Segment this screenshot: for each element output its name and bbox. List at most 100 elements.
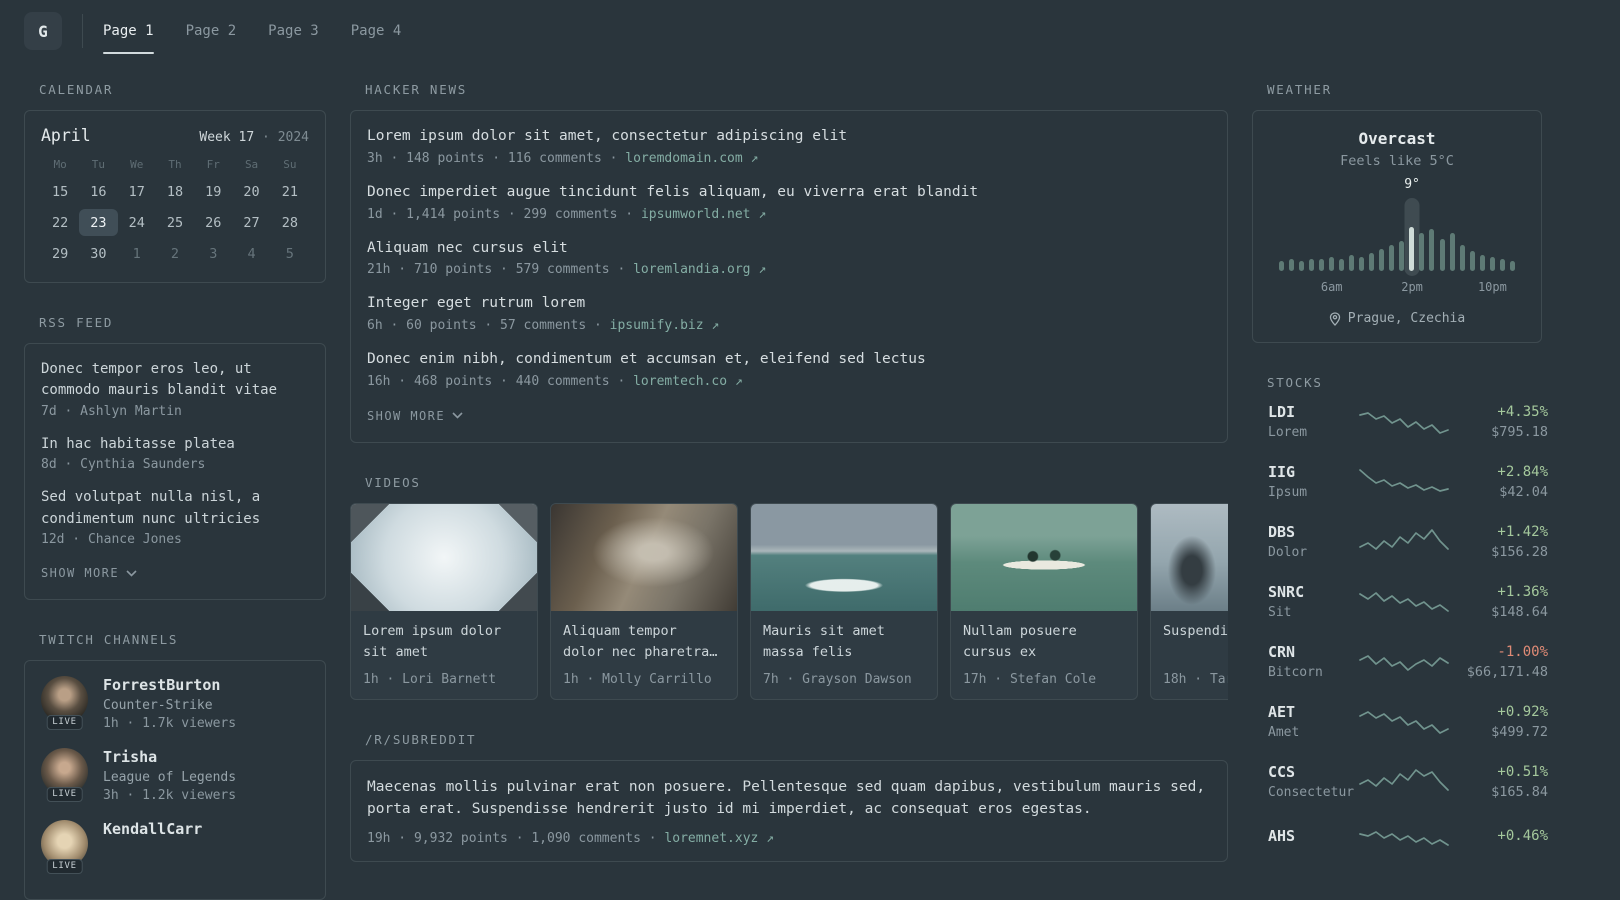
post-title[interactable]: Maecenas mollis pulvinar erat non posuer…	[367, 776, 1211, 821]
calendar-day: 5	[285, 245, 294, 262]
story-item: Aliquam nec cursus elit 21h · 710 points…	[367, 238, 1211, 278]
calendar-widget: CALENDAR April Week 17 · 2024 Mo Tu We T…	[24, 82, 326, 283]
stock-row[interactable]: LDI Lorem +4.35% $795.18	[1268, 403, 1548, 440]
live-badge: LIVE	[46, 715, 83, 731]
rss-show-more-button[interactable]: SHOW MORE	[41, 562, 137, 584]
stock-price: $499.72	[1491, 723, 1548, 740]
twitch-list: LIVE ForrestBurton Counter-Strike 1h · 1…	[41, 676, 309, 875]
hn-show-more-button[interactable]: SHOW MORE	[367, 405, 463, 427]
post-domain-link[interactable]: loremnet.xyz ↗	[664, 831, 774, 846]
stock-ticker: CRN	[1268, 643, 1296, 661]
show-more-label: SHOW MORE	[41, 566, 119, 581]
calendar-day: 27	[243, 214, 260, 231]
left-column: CALENDAR April Week 17 · 2024 Mo Tu We T…	[24, 82, 326, 900]
video-card[interactable]: Mauris sit amet massa felis 7h · Grayson…	[750, 502, 938, 700]
page-tab[interactable]: Page 4	[351, 0, 402, 62]
video-card[interactable]: Aliquam tempor dolor nec pharetra… 1h · …	[550, 502, 738, 700]
weather-time-label: 2pm	[1401, 280, 1423, 294]
app-logo[interactable]: G	[24, 12, 62, 50]
story-meta: 3h · 148 points · 116 comments · loremdo…	[367, 151, 1211, 166]
stock-id: DBS Dolor	[1268, 523, 1360, 560]
video-thumbnail[interactable]	[1151, 503, 1228, 611]
stock-sparkline-wrap	[1360, 707, 1448, 737]
rss-item-meta: 7d · Ashlyn Martin	[41, 403, 182, 419]
channel-viewers: 3h · 1.2k viewers	[103, 788, 237, 804]
middle-column: HACKER NEWS Lorem ipsum dolor sit amet, …	[350, 82, 1228, 900]
rss-item: Donec tempor eros leo, ut commodo mauris…	[41, 359, 309, 419]
story-domain-link[interactable]: loremtech.co ↗	[633, 374, 743, 389]
avatar-wrap: LIVE	[41, 676, 88, 731]
channel-game: League of Legends	[103, 770, 237, 786]
video-body: Mauris sit amet massa felis 7h · Grayson…	[751, 611, 937, 699]
stock-change: +0.51%	[1497, 763, 1548, 780]
stock-row[interactable]: SNRC Sit +1.36% $148.64	[1268, 583, 1548, 620]
stock-row[interactable]: CRN Bitcorn -1.00% $66,171.48	[1268, 643, 1548, 680]
weather-widget: WEATHER Overcast Feels like 5°C 9° 6am 2p…	[1252, 82, 1542, 343]
stock-id: CRN Bitcorn	[1268, 643, 1360, 680]
calendar-day: 19	[205, 183, 222, 200]
calendar-day: 2	[170, 245, 180, 262]
stock-change: +1.36%	[1497, 583, 1548, 600]
story-domain-link[interactable]: loremdomain.com ↗	[625, 151, 758, 166]
twitch-channel[interactable]: LIVE ForrestBurton Counter-Strike 1h · 1…	[41, 676, 309, 731]
story-title[interactable]: Donec imperdiet augue tincidunt felis al…	[367, 182, 1211, 204]
stock-row[interactable]: AET Amet +0.92% $499.72	[1268, 703, 1548, 740]
calendar-weekday: Th	[168, 158, 182, 171]
stock-values: +2.84% $42.04	[1448, 464, 1548, 500]
stock-sparkline	[1360, 467, 1448, 497]
stock-change: +4.35%	[1497, 403, 1548, 420]
calendar-weekday: Mo	[53, 158, 67, 171]
stock-price: $42.04	[1499, 483, 1548, 500]
video-thumbnail[interactable]	[551, 503, 737, 611]
stock-change: +1.42%	[1497, 523, 1548, 540]
video-card[interactable]: Suspendisse diam 18h · Tara	[1150, 502, 1228, 700]
twitch-channel[interactable]: LIVE KendallCarr	[41, 820, 309, 875]
video-card[interactable]: Nullam posuere cursus ex 17h · Stefan Co…	[950, 502, 1138, 700]
rss-item-title[interactable]: Donec tempor eros leo, ut commodo mauris…	[41, 359, 309, 402]
story-title[interactable]: Integer eget rutrum lorem	[367, 293, 1211, 315]
story-title[interactable]: Donec enim nibh, condimentum et accumsan…	[367, 349, 1211, 371]
page-tab[interactable]: Page 2	[186, 0, 237, 62]
video-thumbnail[interactable]	[951, 503, 1137, 611]
story-meta: 21h · 710 points · 579 comments · loreml…	[367, 262, 1211, 277]
channel-name[interactable]: KendallCarr	[103, 820, 202, 838]
video-title: Nullam posuere cursus ex	[963, 622, 1077, 660]
stocks-widget: STOCKS LDI Lorem +4.35% $795.18 IIG Ipsu…	[1252, 375, 1548, 853]
story-title[interactable]: Aliquam nec cursus elit	[367, 238, 1211, 260]
page-tab[interactable]: Page 1	[103, 0, 154, 62]
weather-time-label: 10pm	[1477, 280, 1507, 294]
stock-change: +0.46%	[1497, 828, 1548, 844]
video-meta: 1h · Molly Carrillo	[563, 671, 712, 687]
stock-row[interactable]: DBS Dolor +1.42% $156.28	[1268, 523, 1548, 560]
weather-bars	[1279, 207, 1515, 271]
stock-row[interactable]: AHS +0.46%	[1268, 823, 1548, 853]
video-thumbnail[interactable]	[751, 503, 937, 611]
page-tab[interactable]: Page 3	[268, 0, 319, 62]
chevron-down-icon	[452, 412, 463, 419]
rss-item-title[interactable]: Sed volutpat nulla nisl, a condimentum n…	[41, 487, 309, 530]
video-thumbnail[interactable]	[351, 503, 537, 611]
stock-price: $156.28	[1491, 543, 1548, 560]
story-domain-link[interactable]: ipsumify.biz ↗	[610, 318, 720, 333]
story-title[interactable]: Lorem ipsum dolor sit amet, consectetur …	[367, 126, 1211, 148]
story-stats: 1d · 1,414 points · 299 comments ·	[367, 206, 634, 222]
stock-row[interactable]: CCS Consectetur +0.51% $165.84	[1268, 763, 1548, 800]
video-title: Lorem ipsum dolor sit amet consectetu…	[363, 622, 502, 660]
rss-item-title[interactable]: In hac habitasse platea	[41, 434, 309, 455]
stock-price: $66,171.48	[1466, 663, 1548, 680]
channel-name[interactable]: ForrestBurton	[103, 676, 236, 694]
story-domain-link[interactable]: ipsumworld.net ↗	[641, 207, 766, 222]
stocks-list: LDI Lorem +4.35% $795.18 IIG Ipsum +2.84…	[1252, 403, 1548, 853]
stock-name: Amet	[1268, 725, 1300, 740]
twitch-channel[interactable]: LIVE Trisha League of Legends 3h · 1.2k …	[41, 748, 309, 803]
story-domain-link[interactable]: loremlandia.org ↗	[633, 262, 766, 277]
channel-name[interactable]: Trisha	[103, 748, 236, 766]
story-item: Integer eget rutrum lorem 6h · 60 points…	[367, 293, 1211, 333]
calendar-weekday-row: Mo Tu We Th Fr Sa Su	[41, 158, 309, 171]
dashboard: CALENDAR April Week 17 · 2024 Mo Tu We T…	[0, 62, 1620, 900]
video-card[interactable]: Lorem ipsum dolor sit amet consectetu… 1…	[350, 502, 538, 700]
stock-price: $148.64	[1491, 603, 1548, 620]
live-badge: LIVE	[46, 787, 83, 803]
stock-row[interactable]: IIG Ipsum +2.84% $42.04	[1268, 463, 1548, 500]
channel-info: ForrestBurton Counter-Strike 1h · 1.7k v…	[103, 676, 236, 731]
